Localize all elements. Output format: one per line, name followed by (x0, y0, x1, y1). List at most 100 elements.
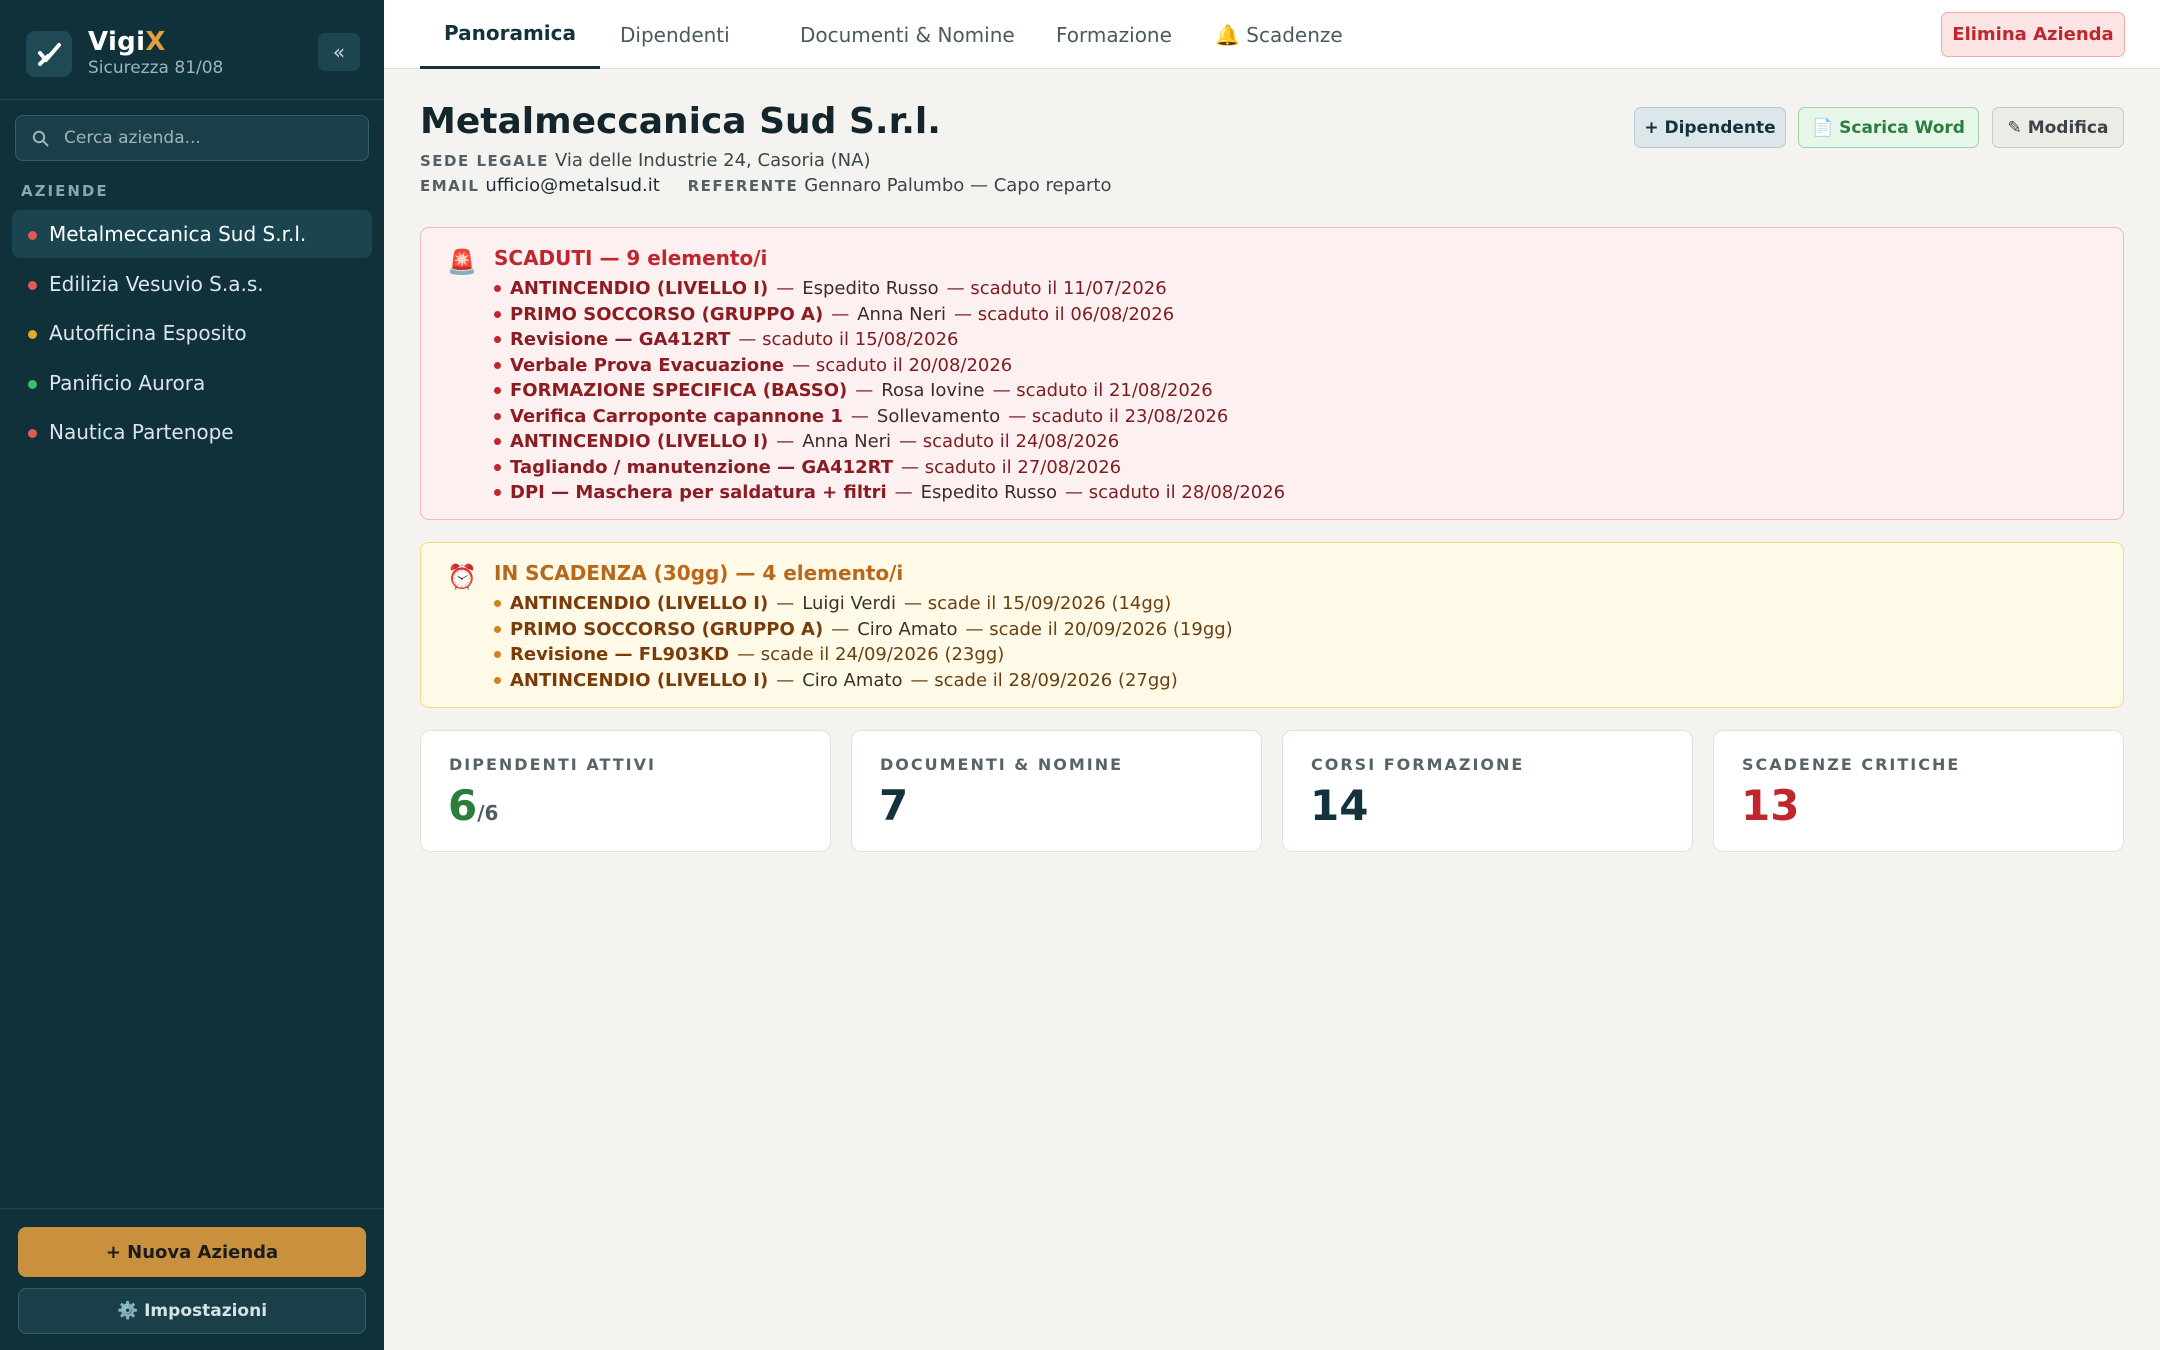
top-bar: Panoramica Dipendenti Documenti & Nomine… (384, 0, 2160, 69)
delete-company-button[interactable]: Elimina Azienda (1941, 12, 2125, 57)
deadline-name: PRIMO SOCCORSO (GRUPPO A) (510, 618, 824, 640)
separator: — (776, 669, 795, 691)
stat-value: 13 (1741, 781, 1800, 830)
deadline-date: — scaduto il 23/08/2026 (1008, 405, 1229, 427)
tab-panoramica[interactable]: Panoramica (420, 0, 601, 69)
download-word-button[interactable]: 📄 Scarica Word (1798, 107, 1979, 148)
deadline-name: Revisione — GA412RT (510, 329, 731, 351)
deadline-item: ANTINCENDIO (LIVELLO I) — Ciro Amato — scad… (494, 668, 1233, 694)
deadline-date: — scade il 24/09/2026 (23gg) (737, 644, 1005, 666)
bullet-icon (494, 336, 501, 344)
stat-card-documenti: DOCUMENTI & NOMINE 7 (851, 730, 1262, 852)
status-dot-icon (28, 429, 37, 439)
bullet-icon (494, 651, 501, 659)
stat-card-dipendenti: DIPENDENTI ATTIVI 6/6 (420, 730, 831, 852)
sidebar-company-item[interactable]: Nautica Partenope (12, 408, 372, 456)
status-dot-icon (28, 280, 37, 290)
deadline-person: Luigi Verdi (802, 593, 897, 615)
companies-section-label: AZIENDE (21, 182, 109, 200)
company-name: Nautica Partenope (49, 420, 234, 445)
new-company-button[interactable]: + Nuova Azienda (18, 1227, 366, 1277)
company-name: Panificio Aurora (49, 370, 206, 395)
status-dot-icon (28, 231, 37, 240)
expired-title: SCADUTI — 9 elemento/i (494, 246, 768, 270)
deadline-item: ANTINCENDIO (LIVELLO I) — Anna Neri — scadu… (494, 429, 1285, 455)
search-input[interactable] (64, 116, 354, 160)
company-title: Metalmeccanica Sud S.r.l. (420, 101, 941, 142)
expiring-alert: ⏰ IN SCADENZA (30gg) — 4 elemento/i ANTI… (420, 542, 2124, 708)
deadline-name: FORMAZIONE SPECIFICA (BASSO) (510, 380, 848, 402)
deadline-name: ANTINCENDIO (LIVELLO I) (510, 278, 769, 300)
stat-card-corsi: CORSI FORMAZIONE 14 (1282, 730, 1693, 852)
separator: — (776, 278, 795, 300)
stat-value: 14 (1310, 781, 1369, 830)
sidebar-company-item[interactable]: Panificio Aurora (12, 359, 372, 407)
deadline-person: Anna Neri (802, 431, 892, 453)
bullet-icon (494, 310, 501, 318)
deadline-item: Verifica Carroponte capannone 1 — Sollevam… (494, 404, 1285, 430)
email-label: EMAIL (420, 177, 480, 195)
company-name: Autofficina Esposito (49, 321, 247, 346)
email-value[interactable]: ufficio@metalsud.it (485, 175, 659, 196)
deadline-item: ANTINCENDIO (LIVELLO I) — Espedito Russo — … (494, 276, 1285, 302)
referente-label: REFERENTE (687, 177, 799, 195)
deadline-name: Verifica Carroponte capannone 1 (510, 405, 843, 427)
deadline-date: — scaduto il 28/08/2026 (1065, 482, 1286, 504)
bullet-icon (494, 361, 501, 369)
company-address: SEDE LEGALE Via delle Industrie 24, Casor… (420, 150, 870, 171)
logo-icon (26, 31, 72, 77)
status-dot-icon (28, 330, 37, 340)
separator: — (850, 405, 869, 427)
deadline-item: Revisione — GA412RT — scaduto il 15/08/20… (494, 327, 1285, 353)
sidebar-company-item[interactable]: Edilizia Vesuvio S.a.s. (12, 260, 372, 308)
gear-icon: ⚙️ (116, 1301, 139, 1321)
divider (0, 1208, 384, 1209)
settings-button[interactable]: ⚙️ Impostazioni (18, 1288, 366, 1334)
siren-icon: 🚨 (447, 248, 477, 276)
app-name: VigiX (88, 27, 166, 57)
stat-value: 7 (879, 781, 909, 830)
separator: — (855, 380, 874, 402)
separator: — (776, 593, 795, 615)
add-employee-button[interactable]: + Dipendente (1634, 107, 1786, 148)
expiring-list: ANTINCENDIO (LIVELLO I) — Luigi Verdi — sca… (494, 591, 1233, 693)
company-name: Edilizia Vesuvio S.a.s. (49, 271, 264, 296)
bullet-icon (494, 412, 501, 420)
referente-value: Gennaro Palumbo — Capo reparto (804, 175, 1112, 196)
deadline-name: Tagliando / manutenzione — GA412RT (510, 456, 893, 478)
company-search[interactable] (15, 115, 369, 161)
bullet-icon (494, 463, 501, 471)
sidebar-company-item[interactable]: Autofficina Esposito (12, 309, 372, 357)
sede-value: Via delle Industrie 24, Casoria (NA) (555, 150, 871, 171)
sidebar: VigiX Sicurezza 81/08 « AZIENDE Metalmec… (0, 0, 384, 1350)
alarm-clock-icon: ⏰ (447, 563, 477, 591)
sidebar-company-item[interactable]: Metalmeccanica Sud S.r.l. (12, 210, 372, 258)
search-icon (32, 130, 49, 147)
tab-dipendenti[interactable]: Dipendenti (596, 0, 754, 69)
stat-label: SCADENZE CRITICHE (1742, 755, 1961, 774)
tab-formazione[interactable]: Formazione (1032, 0, 1196, 69)
separator: — (831, 303, 850, 325)
deadline-date: — scaduto il 11/07/2026 (946, 278, 1167, 300)
deadline-item: Tagliando / manutenzione — GA412RT — scad… (494, 455, 1285, 481)
settings-label: Impostazioni (144, 1301, 268, 1321)
collapse-sidebar-button[interactable]: « (318, 33, 360, 71)
stat-value: 6/6 (448, 781, 499, 830)
stat-label: CORSI FORMAZIONE (1311, 755, 1525, 774)
deadline-item: Verbale Prova Evacuazione — scaduto il 20… (494, 353, 1285, 379)
deadline-person: Rosa Iovine (881, 380, 985, 402)
stat-card-scadenze: SCADENZE CRITICHE 13 (1713, 730, 2124, 852)
tab-scadenze[interactable]: 🔔 Scadenze (1191, 0, 1367, 69)
bullet-icon (494, 489, 501, 497)
deadline-person: Espedito Russo (920, 482, 1057, 504)
edit-button[interactable]: ✎ Modifica (1992, 107, 2124, 148)
tab-documenti-nomine[interactable]: Documenti & Nomine (776, 0, 1039, 69)
separator: — (776, 431, 795, 453)
bullet-icon (494, 676, 501, 684)
expiring-title: IN SCADENZA (30gg) — 4 elemento/i (494, 561, 904, 585)
deadline-name: Revisione — FL903KD (510, 644, 730, 666)
deadline-date: — scaduto il 21/08/2026 (992, 380, 1213, 402)
deadline-item: DPI — Maschera per saldatura + filtri — Es… (494, 480, 1285, 506)
expired-list: ANTINCENDIO (LIVELLO I) — Espedito Russo — … (494, 276, 1285, 506)
deadline-person: Anna Neri (857, 303, 947, 325)
